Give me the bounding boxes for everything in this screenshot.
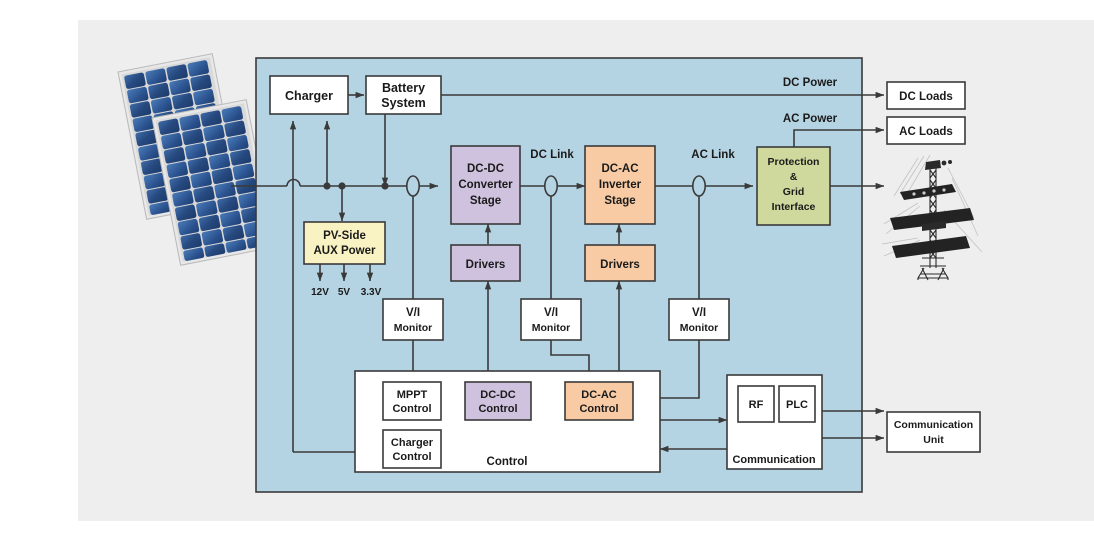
sensor-pv-bus: [405, 175, 420, 197]
block-vi-monitor-dclink-label-1: V/I: [544, 307, 558, 319]
block-dcac-control-label-1: DC-AC: [581, 389, 616, 401]
wire-label-ac-power: AC Power: [783, 113, 838, 125]
block-ac-loads[interactable]: AC Loads: [886, 116, 966, 145]
transmission-tower: [881, 154, 983, 281]
block-vi-monitor-dclink[interactable]: V/I Monitor: [520, 298, 582, 341]
block-protection-grid-interface[interactable]: Protection & Grid Interface: [756, 146, 831, 226]
diagram-page: Charger Battery System PV-Side AUX Power…: [0, 0, 1094, 541]
block-pv-side-aux-power[interactable]: PV-Side AUX Power: [303, 221, 386, 265]
wire-label-dc-link: DC Link: [530, 149, 574, 161]
block-dcdc-converter-label-1: DC-DC: [467, 163, 504, 175]
block-mppt-control[interactable]: MPPT Control: [382, 381, 442, 421]
block-dc-loads-label: DC Loads: [899, 91, 953, 103]
block-vi-monitor-aclink[interactable]: V/I Monitor: [668, 298, 730, 341]
block-communication-unit[interactable]: Communication Unit: [886, 411, 981, 453]
block-pv-aux-label-2: AUX Power: [314, 245, 377, 257]
block-battery-system-label-1: Battery: [382, 81, 425, 95]
junction-aux-tap: [338, 182, 346, 190]
block-protection-label-4: Interface: [772, 201, 816, 213]
pv-panel-array: [117, 53, 276, 266]
block-dcdc-converter-stage[interactable]: DC-DC Converter Stage: [450, 145, 521, 225]
block-charger-control[interactable]: Charger Control: [382, 429, 442, 469]
block-dcac-control-label-2: Control: [579, 403, 618, 415]
block-plc-label: PLC: [786, 399, 808, 411]
group-communication-label: Communication: [732, 454, 815, 466]
sensor-dc-link: [543, 175, 558, 197]
block-communication-unit-label-1: Communication: [894, 419, 973, 431]
block-vi-monitor-pv-label-1: V/I: [406, 307, 420, 319]
wire-label-dc-power: DC Power: [783, 77, 838, 89]
block-communication-unit-label-2: Unit: [923, 434, 944, 446]
block-pv-aux-label-1: PV-Side: [323, 230, 366, 242]
block-ac-loads-label: AC Loads: [899, 126, 953, 138]
block-drivers-dcdc-label: Drivers: [466, 259, 506, 271]
block-diagram: Charger Battery System PV-Side AUX Power…: [117, 53, 983, 493]
block-mppt-control-label-1: MPPT: [397, 389, 428, 401]
junction-battery-tap: [381, 182, 389, 190]
block-dcdc-converter-label-2: Converter: [458, 179, 513, 191]
block-battery-system[interactable]: Battery System: [365, 75, 442, 115]
block-dcdc-converter-label-3: Stage: [470, 195, 501, 207]
block-charger-control-label-2: Control: [392, 451, 431, 463]
block-drivers-dcac[interactable]: Drivers: [584, 244, 656, 282]
block-rf[interactable]: RF: [737, 385, 775, 423]
block-vi-monitor-pv-label-2: Monitor: [394, 322, 433, 334]
block-rf-label: RF: [749, 399, 764, 411]
block-drivers-dcdc[interactable]: Drivers: [450, 244, 521, 282]
block-mppt-control-label-2: Control: [392, 403, 431, 415]
block-vi-monitor-pv[interactable]: V/I Monitor: [382, 298, 444, 341]
wire-label-ac-link: AC Link: [691, 149, 735, 161]
block-protection-label-3: Grid: [783, 186, 805, 198]
block-dcdc-control-label-1: DC-DC: [480, 389, 515, 401]
block-dcdc-control[interactable]: DC-DC Control: [464, 381, 532, 421]
block-dcac-inverter-stage[interactable]: DC-AC Inverter Stage: [584, 145, 656, 225]
rail-label-12v: 12V: [311, 287, 329, 298]
block-dcdc-control-label-2: Control: [478, 403, 517, 415]
sensor-ac-link: [691, 175, 706, 197]
block-drivers-dcac-label: Drivers: [600, 259, 640, 271]
group-control-label: Control: [487, 456, 528, 468]
block-dcac-control[interactable]: DC-AC Control: [564, 381, 634, 421]
block-charger[interactable]: Charger: [269, 75, 349, 115]
rail-label-33v: 3.3V: [361, 287, 382, 298]
block-charger-label: Charger: [285, 89, 333, 103]
block-vi-monitor-aclink-label-2: Monitor: [680, 322, 719, 334]
block-dc-loads[interactable]: DC Loads: [886, 81, 966, 110]
junction-charger-tap: [323, 182, 331, 190]
block-battery-system-label-2: System: [381, 96, 425, 110]
block-dcac-inverter-label-2: Inverter: [599, 179, 642, 191]
block-protection-label-1: Protection: [768, 156, 820, 168]
block-charger-control-label-1: Charger: [391, 437, 434, 449]
block-dcac-inverter-label-3: Stage: [604, 195, 635, 207]
block-protection-label-2: &: [790, 171, 798, 183]
block-vi-monitor-dclink-label-2: Monitor: [532, 322, 571, 334]
block-vi-monitor-aclink-label-1: V/I: [692, 307, 706, 319]
rail-label-5v: 5V: [338, 287, 351, 298]
block-dcac-inverter-label-1: DC-AC: [601, 163, 638, 175]
block-plc[interactable]: PLC: [778, 385, 816, 423]
